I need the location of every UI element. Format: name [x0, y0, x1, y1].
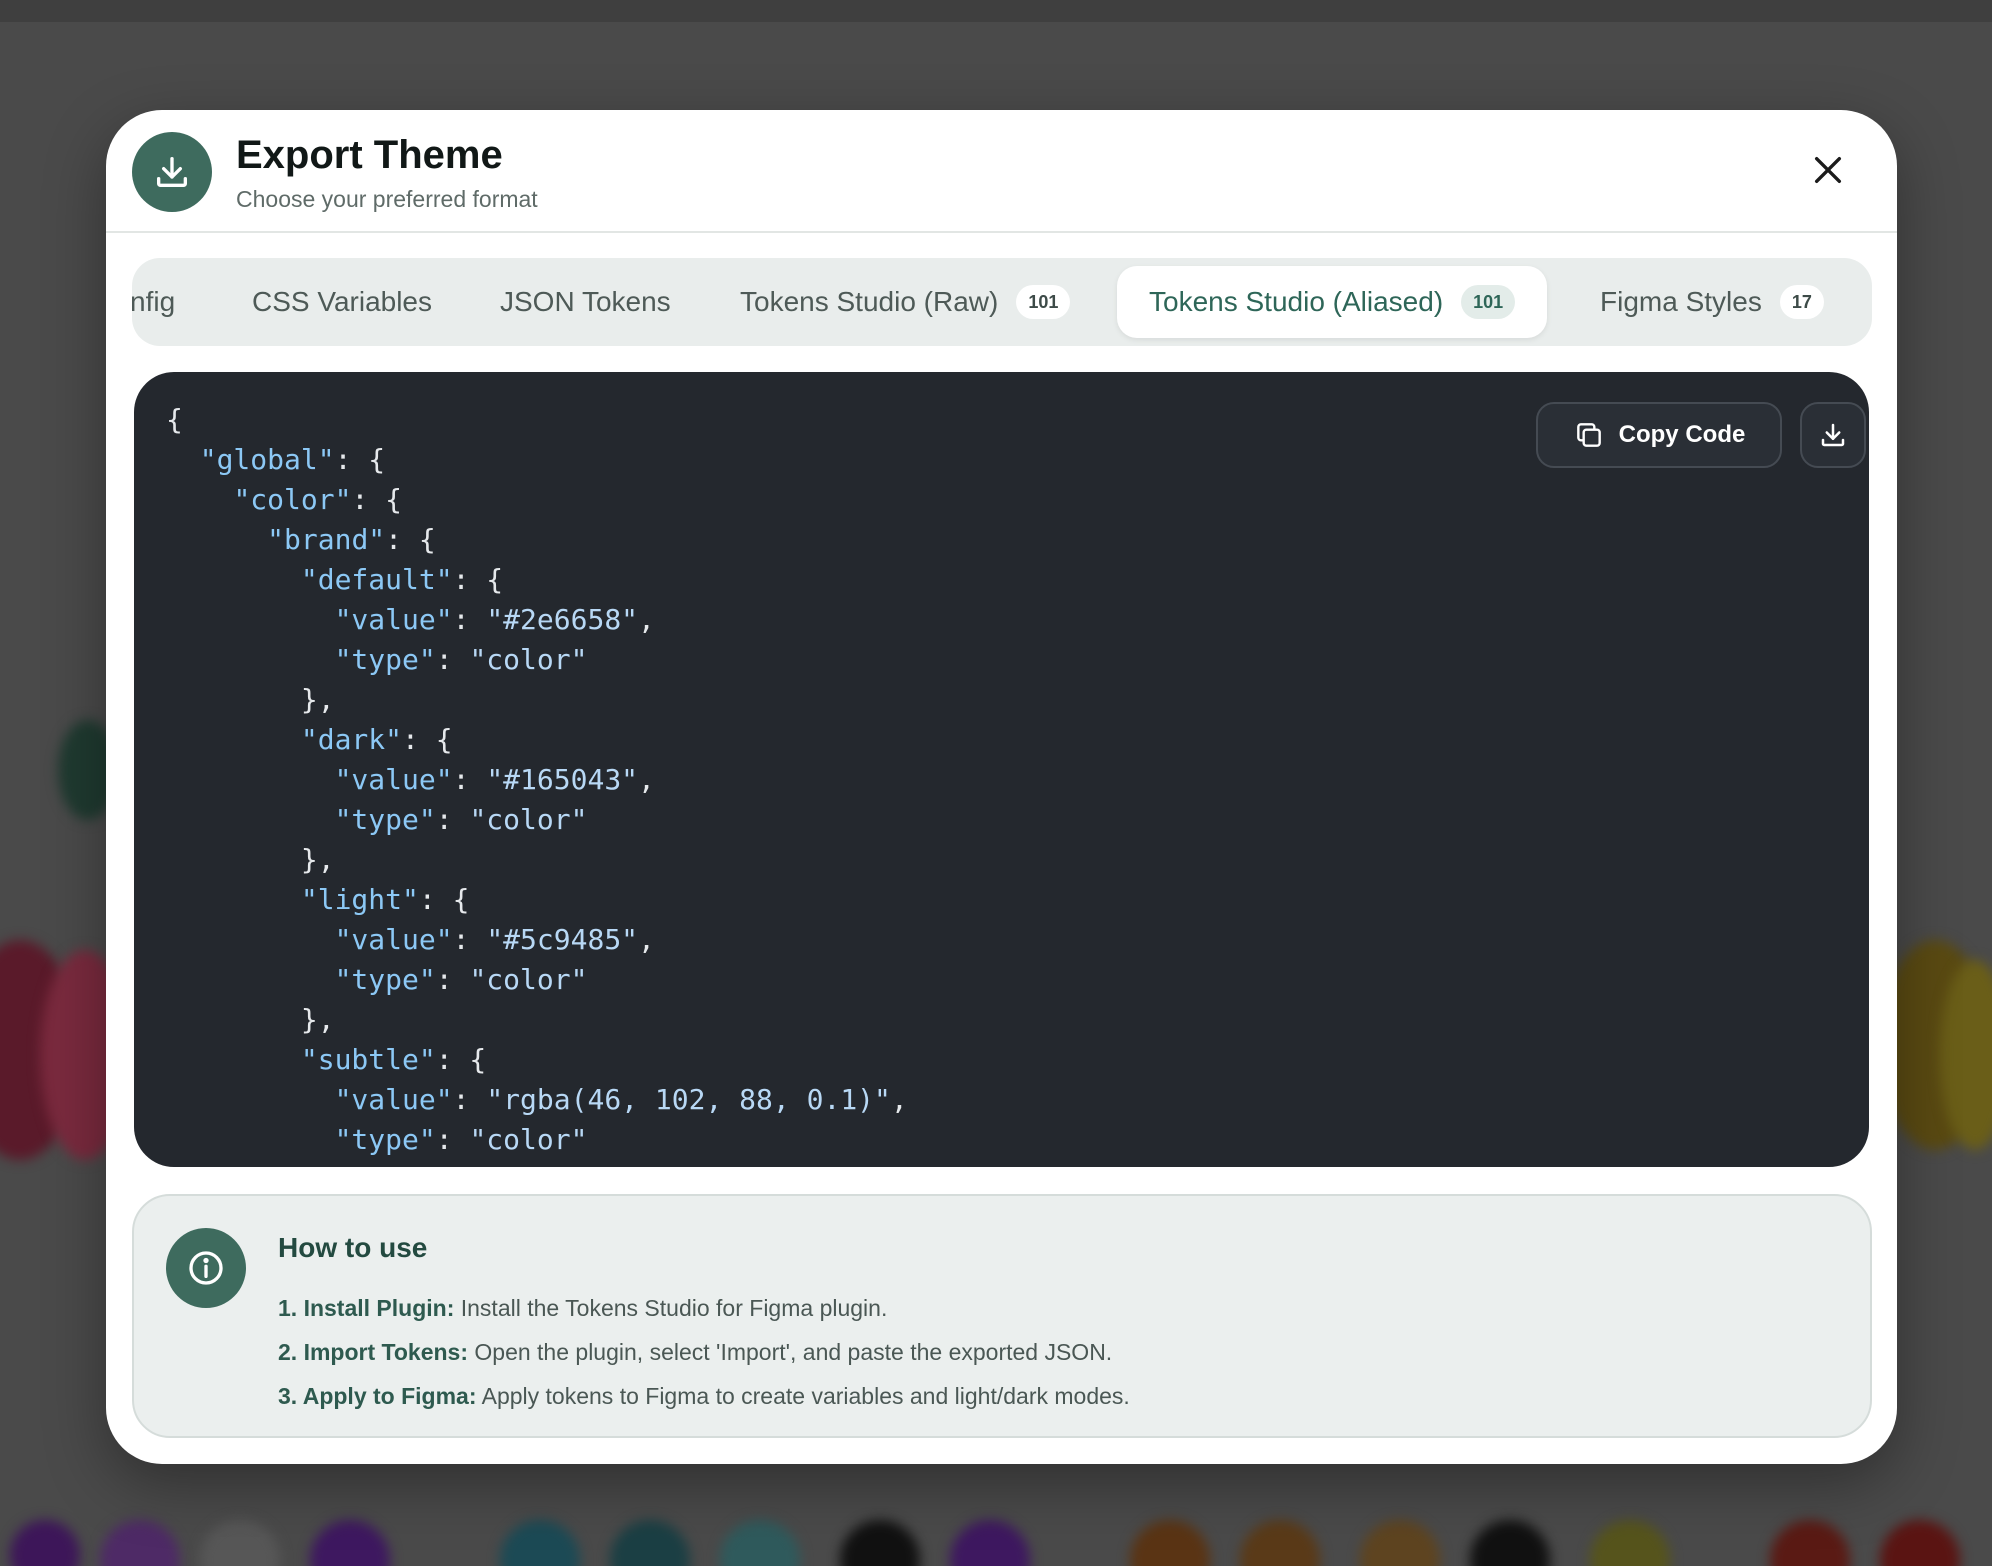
modal-header: Export Theme Choose your preferred forma… — [106, 110, 1897, 233]
tab-label: Figma Styles — [1600, 286, 1762, 317]
code-line: { — [166, 403, 183, 436]
background-swatch — [500, 1520, 580, 1566]
modal-title: Export Theme — [236, 133, 503, 177]
step-text: Open the plugin, select 'Import', and pa… — [468, 1339, 1113, 1365]
background-swatch — [1360, 1520, 1440, 1566]
step-item: 1. Install Plugin: Install the Tokens St… — [278, 1286, 1130, 1330]
background-swatch — [100, 1520, 180, 1566]
tab-label: Tokens Studio (Raw) — [740, 286, 999, 317]
code-line: "value": "rgba(46, 102, 88, 0.1)", — [334, 1083, 908, 1116]
background-swatch — [720, 1520, 800, 1566]
tab-json-tokens[interactable]: JSON Tokens — [500, 266, 671, 338]
code-line: "value": "#5c9485", — [334, 923, 655, 956]
code-line: "brand": { — [267, 523, 436, 556]
background-swatch — [610, 1520, 690, 1566]
code-preview[interactable]: { "global": { "color": { "brand": { "def… — [134, 372, 1869, 1167]
background-swatch — [200, 1520, 280, 1566]
code-line: "default": { — [300, 563, 504, 596]
code-line: "type": "color" — [334, 643, 588, 676]
info-icon — [166, 1228, 246, 1308]
how-to-use-title: How to use — [278, 1232, 428, 1263]
background-swatch — [1770, 1520, 1850, 1566]
background-swatch — [1130, 1520, 1210, 1566]
step-label: 3. Apply to Figma: — [278, 1383, 477, 1409]
background-swatch — [840, 1520, 920, 1566]
background-swatch — [1590, 1520, 1670, 1566]
tab-count-badge: 101 — [1461, 285, 1516, 319]
format-tabs: nfig CSS Variables JSON Tokens Tokens St… — [132, 258, 1872, 346]
code-block[interactable]: { "global": { "color": { "brand": { "def… — [166, 400, 908, 1160]
code-line: "dark": { — [300, 723, 453, 756]
background-swatch — [1470, 1520, 1550, 1566]
step-text: Install the Tokens Studio for Figma plug… — [454, 1295, 888, 1321]
background-swatch — [10, 1520, 80, 1566]
code-line: "light": { — [300, 883, 470, 916]
code-line: "color": { — [233, 483, 403, 516]
step-item: 3. Apply to Figma: Apply tokens to Figma… — [278, 1374, 1130, 1418]
background-swatch — [310, 1520, 390, 1566]
code-line: "subtle": { — [300, 1043, 487, 1076]
tab-count-badge: 101 — [1016, 285, 1071, 319]
code-line: "type": "color" — [334, 803, 588, 836]
tab-count-badge: 17 — [1779, 285, 1824, 319]
code-line: "type": "color" — [334, 963, 588, 996]
background-swatch — [1240, 1520, 1320, 1566]
tab-label: CSS Variables — [252, 286, 433, 317]
copy-icon — [1576, 423, 1601, 447]
step-item: 2. Import Tokens: Open the plugin, selec… — [278, 1330, 1130, 1374]
tab-figma-styles[interactable]: Figma Styles 17 — [1600, 266, 1824, 338]
export-theme-modal: Export Theme Choose your preferred forma… — [106, 110, 1897, 1464]
background-swatch — [1880, 1520, 1960, 1566]
tab-label: Tokens Studio (Aliased) — [1149, 286, 1444, 317]
download-icon — [132, 132, 212, 212]
tab-tokens-studio-aliased[interactable]: Tokens Studio (Aliased) 101 — [1117, 266, 1548, 338]
how-to-use-steps: 1. Install Plugin: Install the Tokens St… — [278, 1286, 1130, 1418]
copy-code-button[interactable]: Copy Code — [1536, 402, 1782, 468]
code-line: "global": { — [199, 443, 386, 476]
tab-label: JSON Tokens — [500, 286, 671, 317]
close-icon — [1814, 156, 1842, 184]
copy-code-label: Copy Code — [1618, 421, 1746, 448]
code-line: "value": "#165043", — [334, 763, 655, 796]
modal-subtitle: Choose your preferred format — [236, 186, 538, 212]
code-line: }, — [166, 1003, 335, 1036]
tab-label: nfig — [132, 286, 176, 317]
tab-tokens-studio-raw[interactable]: Tokens Studio (Raw) 101 — [740, 266, 1071, 338]
background-top-bar — [0, 0, 1992, 22]
code-line: "type": "color" — [334, 1123, 588, 1156]
download-button[interactable] — [1800, 402, 1866, 468]
code-line: "value": "#2e6658", — [334, 603, 655, 636]
step-text: Apply tokens to Figma to create variable… — [476, 1383, 1130, 1409]
step-label: 2. Import Tokens: — [278, 1339, 468, 1365]
tab-config[interactable]: nfig — [132, 266, 175, 338]
download-icon — [1821, 423, 1845, 447]
tab-css-variables[interactable]: CSS Variables — [252, 266, 432, 338]
background-swatch — [950, 1520, 1030, 1566]
step-label: 1. Install Plugin: — [278, 1295, 455, 1321]
code-line: }, — [166, 843, 335, 876]
how-to-use-panel: How to use 1. Install Plugin: Install th… — [132, 1194, 1872, 1438]
close-button[interactable] — [1806, 148, 1850, 192]
code-line: }, — [166, 683, 335, 716]
